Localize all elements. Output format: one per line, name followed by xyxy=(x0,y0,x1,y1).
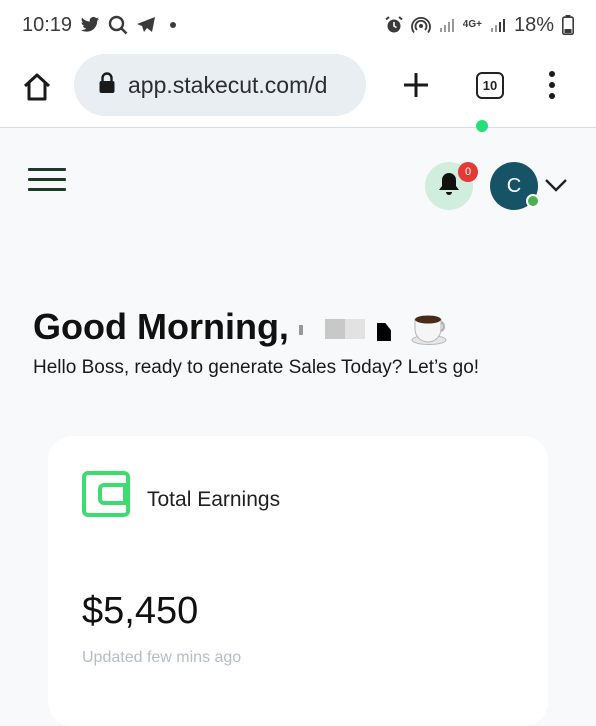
network-type: 4G+ xyxy=(462,19,482,30)
loading-indicator xyxy=(476,120,488,132)
card-title: Total Earnings xyxy=(147,488,281,511)
alarm-icon xyxy=(385,16,403,34)
notification-badge: 0 xyxy=(458,162,478,182)
wallet-icon xyxy=(82,470,130,518)
online-status-dot xyxy=(526,194,540,208)
tab-count: 10 xyxy=(482,78,498,93)
earnings-card: Total Earnings $5,450 Updated few mins a… xyxy=(48,436,548,726)
avatar-initial: C xyxy=(506,174,522,197)
url-text[interactable]: app.stakecut.com/d xyxy=(128,72,327,99)
coffee-icon xyxy=(409,307,449,347)
earnings-amount: $5,450 xyxy=(82,590,199,632)
menu-line xyxy=(28,188,66,191)
status-time: 10:19 xyxy=(22,13,73,36)
status-bar: 10:19 4G+ 18% xyxy=(0,0,596,50)
search-icon xyxy=(108,15,128,35)
home-icon[interactable] xyxy=(20,70,54,104)
signal-icon-2 xyxy=(490,17,506,33)
twitter-icon xyxy=(80,16,100,34)
greeting-subtitle: Hello Boss, ready to generate Sales Toda… xyxy=(33,357,480,378)
battery-percent: 18% xyxy=(513,13,554,36)
browser-toolbar: app.stakecut.com/d 10 xyxy=(0,50,596,128)
tab-switcher-button[interactable]: 10 xyxy=(476,72,504,99)
updated-text: Updated few mins ago xyxy=(82,649,242,666)
bell-icon xyxy=(437,171,461,202)
address-bar[interactable]: app.stakecut.com/d xyxy=(74,54,366,116)
lock-icon xyxy=(98,71,116,99)
hotspot-icon xyxy=(410,16,431,34)
greeting-title: Good Morning, xyxy=(33,306,289,347)
redacted-name xyxy=(297,313,401,341)
telegram-icon xyxy=(136,16,156,34)
menu-icon[interactable] xyxy=(28,168,66,194)
plus-icon[interactable] xyxy=(401,70,431,100)
menu-line xyxy=(28,168,66,171)
chevron-down-icon[interactable] xyxy=(544,178,568,192)
dot-icon xyxy=(170,22,177,28)
battery-icon xyxy=(562,15,574,35)
more-icon[interactable] xyxy=(545,70,559,100)
signal-icon xyxy=(439,17,455,33)
status-left: 10:19 xyxy=(22,13,177,37)
menu-line xyxy=(28,178,66,181)
status-right: 4G+ 18% xyxy=(385,14,574,37)
greeting-heading: Good Morning, xyxy=(33,306,449,348)
